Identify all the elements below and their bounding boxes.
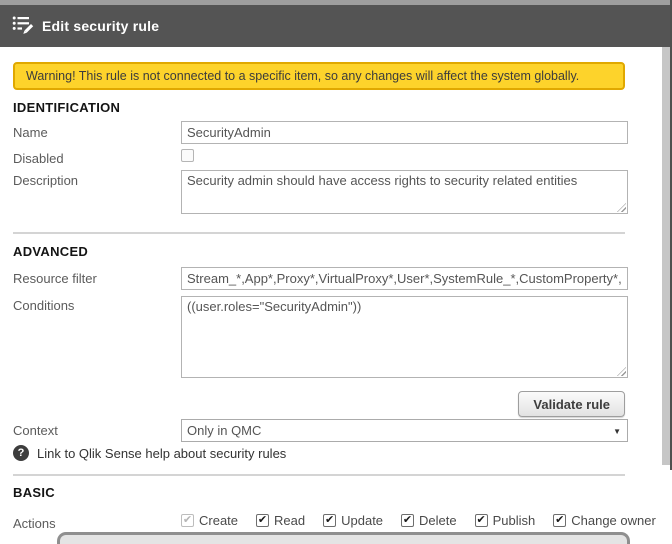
global-warning-banner: Warning! This rule is not connected to a…	[13, 62, 625, 90]
checkbox-checked[interactable]: ✔	[323, 514, 337, 527]
checkbox-checked[interactable]: ✔	[401, 514, 415, 527]
check-icon: ✔	[257, 514, 268, 526]
disabled-checkbox[interactable]	[181, 149, 194, 162]
check-icon: ✔	[476, 514, 486, 526]
action-checkbox-delete[interactable]: ✔ Delete	[401, 513, 457, 528]
warning-text: Warning! This rule is not connected to a…	[26, 69, 580, 83]
help-link[interactable]: ? Link to Qlik Sense help about security…	[13, 445, 286, 461]
dialog-titlebar: Edit security rule	[0, 5, 670, 47]
disabled-label: Disabled	[13, 151, 64, 166]
chevron-down-icon: ▼	[613, 427, 621, 436]
section-heading-basic: BASIC	[13, 485, 55, 500]
action-checkbox-update[interactable]: ✔ Update	[323, 513, 383, 528]
action-checkbox-publish[interactable]: ✔ Publish	[474, 513, 535, 528]
context-select[interactable]: Only in QMC ▼	[181, 419, 628, 442]
description-textarea[interactable]: Security admin should have access rights…	[181, 170, 628, 214]
section-heading-advanced: ADVANCED	[13, 244, 89, 259]
edit-rule-icon	[12, 14, 34, 39]
description-label: Description	[13, 173, 79, 188]
check-icon: ✔	[402, 514, 413, 526]
section-divider	[13, 232, 625, 234]
action-checkbox-change-owner[interactable]: ✔ Change owner	[553, 513, 656, 528]
checkbox-checked[interactable]: ✔	[256, 514, 270, 527]
actions-checkbox-group: ✔ Create ✔ Read ✔ Update ✔ Delete ✔ Publ…	[181, 513, 656, 528]
resource-filter-label: Resource filter	[13, 271, 97, 286]
help-link-text: Link to Qlik Sense help about security r…	[37, 445, 287, 461]
conditions-textarea[interactable]: ((user.roles="SecurityAdmin"))	[181, 296, 628, 378]
name-label: Name	[13, 125, 48, 140]
edit-security-rule-dialog: Edit security rule Warning! This rule is…	[0, 0, 672, 544]
checkbox-checked-disabled[interactable]: ✔	[181, 514, 194, 527]
validate-rule-button[interactable]: Validate rule	[518, 391, 625, 417]
check-icon: ✔	[182, 514, 193, 526]
context-selected-value: Only in QMC	[187, 423, 262, 438]
help-icon: ?	[13, 445, 29, 461]
context-label: Context	[13, 423, 58, 438]
actions-label: Actions	[13, 516, 56, 531]
action-checkbox-read[interactable]: ✔ Read	[256, 513, 305, 528]
action-checkbox-create[interactable]: ✔ Create	[181, 513, 238, 528]
check-icon: ✔	[555, 514, 565, 526]
section-heading-identification: IDENTIFICATION	[13, 100, 121, 115]
resource-filter-input[interactable]	[181, 267, 628, 290]
name-input[interactable]	[181, 121, 628, 144]
section-divider	[13, 474, 625, 476]
checkbox-checked[interactable]: ✔	[474, 514, 488, 527]
checkbox-checked[interactable]: ✔	[553, 514, 567, 527]
dialog-title: Edit security rule	[42, 18, 160, 34]
vertical-scrollbar-thumb[interactable]	[662, 47, 670, 465]
footer-panel-top	[57, 532, 630, 544]
conditions-label: Conditions	[13, 298, 75, 313]
check-icon: ✔	[325, 514, 335, 526]
